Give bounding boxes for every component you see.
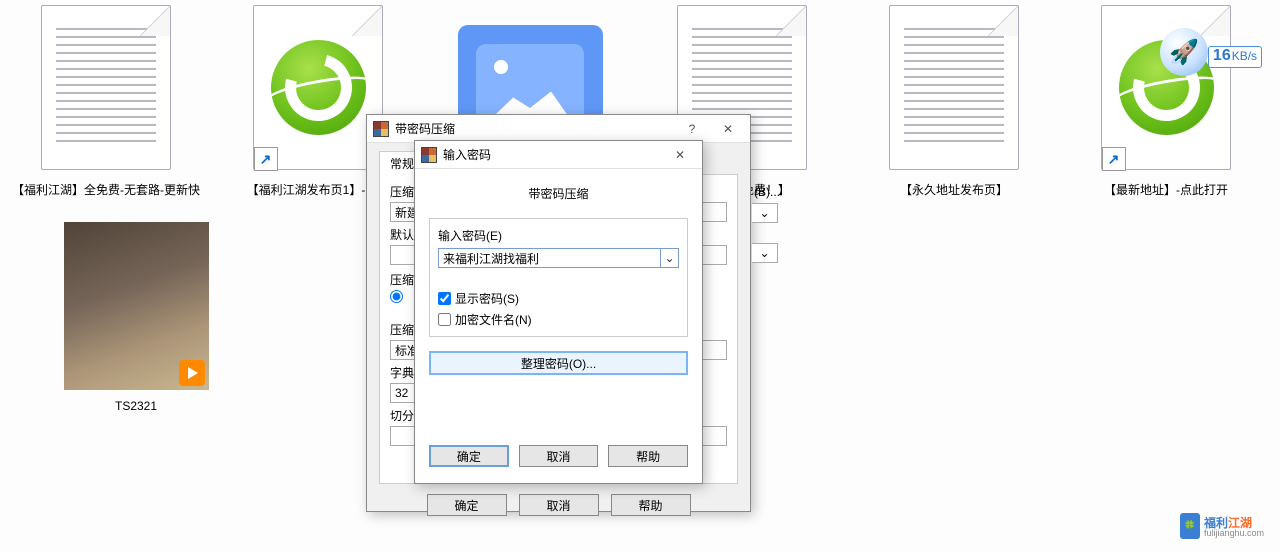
cancel-button[interactable]: 取消 xyxy=(519,445,599,467)
cancel-button[interactable]: 取消 xyxy=(519,494,599,516)
ok-button[interactable]: 确定 xyxy=(427,494,507,516)
app-icon xyxy=(421,147,437,163)
encrypt-filename-label: 加密文件名(N) xyxy=(455,311,532,328)
file-video[interactable]: TS2321 xyxy=(30,218,242,428)
browser-icon xyxy=(271,40,366,135)
titlebar[interactable]: 输入密码 ✕ xyxy=(415,141,702,169)
show-password-row[interactable]: 显示密码(S) xyxy=(438,290,679,307)
text-doc-icon xyxy=(889,5,1019,170)
help-button[interactable]: ? xyxy=(674,116,710,142)
chevron-down-icon[interactable] xyxy=(752,243,778,263)
shortcut-arrow-icon xyxy=(254,147,278,171)
chevron-down-icon[interactable] xyxy=(752,203,778,223)
file-label: 【最新地址】-点此打开 xyxy=(1104,181,1228,198)
help-button[interactable]: 帮助 xyxy=(608,445,688,467)
browse-button-partial[interactable]: (B)... xyxy=(754,185,780,199)
video-thumbnail-icon xyxy=(64,222,209,390)
show-password-checkbox[interactable] xyxy=(438,292,451,305)
file-label: TS2321 xyxy=(115,399,157,413)
watermark: 福利江湖 fulijianghu.com xyxy=(1180,513,1264,539)
dialog-subtitle: 带密码压缩 xyxy=(429,185,688,202)
file-txt-1[interactable]: 【福利江湖】全免费-无套路-更新快 xyxy=(0,0,212,210)
file-label: 【永久地址发布页】 xyxy=(900,181,1008,198)
show-password-label: 显示密码(S) xyxy=(455,290,519,307)
file-txt-3[interactable]: 【永久地址发布页】 xyxy=(848,0,1060,210)
file-shortcut-2[interactable]: 【最新地址】-点此打开 xyxy=(1060,0,1272,210)
app-icon xyxy=(373,121,389,137)
password-label: 输入密码(E) xyxy=(438,227,679,244)
speed-badge: 16KB/s xyxy=(1208,46,1262,68)
dialog-title: 输入密码 xyxy=(443,146,662,163)
watermark-url: fulijianghu.com xyxy=(1204,529,1264,538)
password-dialog: 输入密码 ✕ 带密码压缩 输入密码(E) 显示密码(S) 加密文件名(N) 整理… xyxy=(414,140,703,484)
close-icon[interactable]: ✕ xyxy=(662,142,698,168)
watermark-logo-icon xyxy=(1180,513,1200,539)
rocket-icon[interactable] xyxy=(1160,28,1208,76)
password-group: 输入密码(E) 显示密码(S) 加密文件名(N) xyxy=(429,218,688,337)
ok-button[interactable]: 确定 xyxy=(429,445,509,467)
text-doc-icon xyxy=(41,5,171,170)
close-icon[interactable]: ✕ xyxy=(710,116,746,142)
encrypt-filename-checkbox[interactable] xyxy=(438,313,451,326)
shortcut-arrow-icon xyxy=(1102,147,1126,171)
help-button[interactable]: 帮助 xyxy=(611,494,691,516)
password-input[interactable] xyxy=(438,248,661,268)
dialog-title: 带密码压缩 xyxy=(395,120,674,137)
titlebar[interactable]: 带密码压缩 ? ✕ xyxy=(367,115,750,143)
organize-passwords-button[interactable]: 整理密码(O)... xyxy=(429,351,688,375)
encrypt-filename-row[interactable]: 加密文件名(N) xyxy=(438,311,679,328)
play-icon xyxy=(179,360,205,386)
file-label: 【福利江湖】全免费-无套路-更新快 xyxy=(12,181,200,198)
method-radio[interactable] xyxy=(390,290,403,303)
chevron-down-icon[interactable] xyxy=(661,248,679,268)
